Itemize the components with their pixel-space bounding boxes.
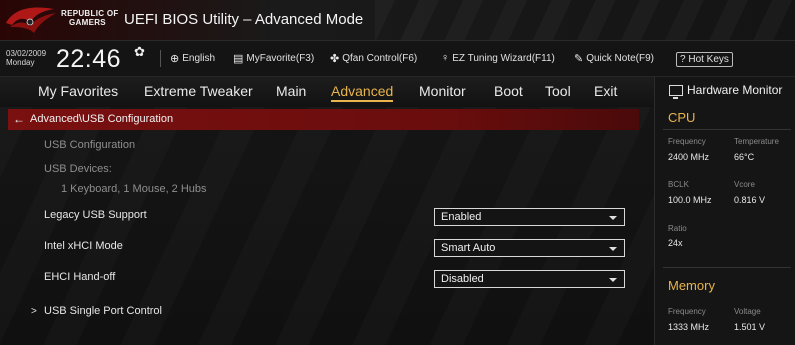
- memory-section-title: Memory: [668, 278, 715, 293]
- date-text: 03/02/2009: [6, 49, 47, 58]
- language-label: English: [182, 53, 216, 64]
- hardware-monitor-panel: Hardware Monitor CPU Frequency Temperatu…: [654, 77, 795, 345]
- brand-text: REPUBLIC OF GAMERS: [61, 9, 119, 27]
- fan-icon: ✤: [330, 53, 340, 65]
- cpu-frequency-value: 2400 MHz: [668, 152, 710, 162]
- tab-advanced[interactable]: Advanced: [331, 83, 394, 102]
- chevron-down-icon: [609, 278, 617, 282]
- quick-note-label: Quick Note(F9): [586, 53, 655, 64]
- tab-main[interactable]: Main: [276, 83, 306, 99]
- divider: [663, 267, 791, 268]
- quick-note-button[interactable]: ✎ Quick Note(F9): [574, 52, 654, 65]
- question-icon: ?: [680, 54, 686, 65]
- memory-frequency-label: Frequency: [668, 307, 706, 316]
- hot-keys-label: Hot Keys: [688, 54, 729, 65]
- usb-configuration-heading: USB Configuration: [44, 139, 136, 151]
- memory-frequency-value: 1333 MHz: [668, 322, 710, 332]
- usb-devices-value: 1 Keyboard, 1 Mouse, 2 Hubs: [61, 183, 207, 195]
- myfavorite-button[interactable]: ▤ MyFavorite(F3): [233, 52, 314, 65]
- ratio-label: Ratio: [668, 224, 687, 233]
- gear-icon[interactable]: ✿: [134, 44, 145, 60]
- vcore-value: 0.816 V: [734, 195, 766, 205]
- memory-voltage-value: 1.501 V: [734, 322, 766, 332]
- intel-xhci-mode-select[interactable]: Smart Auto: [434, 239, 625, 257]
- main-content: ← Advanced\USB Configuration USB Configu…: [0, 107, 654, 345]
- myfavorite-label: MyFavorite(F3): [246, 53, 315, 64]
- hardware-monitor-label: Hardware Monitor: [687, 83, 783, 97]
- note-pencil-icon: ✎: [574, 53, 584, 65]
- lightbulb-icon: ♀: [441, 52, 450, 64]
- language-button[interactable]: ⊕ English: [170, 52, 215, 65]
- tab-extreme-tweaker[interactable]: Extreme Tweaker: [144, 83, 253, 99]
- monitor-icon: [669, 84, 683, 99]
- list-icon: ▤: [233, 53, 244, 65]
- cpu-temperature-label: Temperature: [734, 137, 779, 146]
- legacy-usb-support-select[interactable]: Enabled: [434, 208, 625, 226]
- tab-boot[interactable]: Boot: [494, 83, 523, 99]
- ratio-value: 24x: [668, 238, 683, 248]
- select-value: Smart Auto: [441, 242, 496, 254]
- bclk-label: BCLK: [668, 180, 689, 189]
- app-title: UEFI BIOS Utility – Advanced Mode: [124, 11, 364, 28]
- ehci-hand-off-label: EHCI Hand-off: [44, 271, 116, 283]
- back-arrow-icon[interactable]: ←: [13, 112, 25, 126]
- tab-my-favorites[interactable]: My Favorites: [38, 83, 118, 99]
- title-bar: REPUBLIC OF GAMERS UEFI BIOS Utility – A…: [0, 0, 795, 41]
- vcore-label: Vcore: [734, 180, 755, 189]
- chevron-down-icon: [609, 216, 617, 220]
- select-value: Disabled: [441, 273, 484, 285]
- rog-logo-icon: [6, 7, 56, 33]
- breadcrumb[interactable]: ← Advanced\USB Configuration: [8, 109, 639, 130]
- legacy-usb-support-label: Legacy USB Support: [44, 209, 147, 221]
- breadcrumb-path: Advanced\USB Configuration: [30, 113, 174, 125]
- chevron-right-icon: >: [31, 306, 37, 317]
- brand-line2: GAMERS: [69, 18, 106, 27]
- bclk-value: 100.0 MHz: [668, 195, 712, 205]
- usb-single-port-control-link[interactable]: USB Single Port Control: [44, 305, 162, 317]
- divider: [160, 50, 161, 67]
- tab-exit[interactable]: Exit: [594, 83, 617, 99]
- cpu-temperature-value: 66°C: [734, 152, 755, 162]
- date-display[interactable]: 03/02/2009 Monday: [6, 49, 46, 67]
- qfan-label: Qfan Control(F6): [342, 53, 418, 64]
- main-nav: My Favorites Extreme Tweaker Main Advanc…: [0, 77, 654, 107]
- ehci-hand-off-select[interactable]: Disabled: [434, 270, 625, 288]
- qfan-control-button[interactable]: ✤ Qfan Control(F6): [330, 52, 417, 65]
- chevron-down-icon: [609, 247, 617, 251]
- ez-tuning-label: EZ Tuning Wizard(F11): [452, 52, 555, 64]
- memory-voltage-label: Voltage: [734, 307, 761, 316]
- divider: [663, 129, 791, 130]
- intel-xhci-mode-label: Intel xHCI Mode: [44, 240, 123, 252]
- clock-time[interactable]: 22:46: [56, 45, 121, 74]
- hot-keys-button[interactable]: ? Hot Keys: [676, 52, 733, 67]
- hot-keys-box: ? Hot Keys: [676, 52, 733, 67]
- cpu-frequency-label: Frequency: [668, 137, 706, 146]
- tab-tool[interactable]: Tool: [545, 83, 571, 99]
- cpu-section-title: CPU: [668, 110, 696, 125]
- usb-devices-label: USB Devices:: [44, 163, 112, 175]
- ez-tuning-wizard-button[interactable]: ♀ EZ Tuning Wizard(F11): [441, 52, 555, 64]
- hardware-monitor-title: Hardware Monitor: [669, 83, 783, 99]
- brand-line1: REPUBLIC OF: [61, 9, 119, 18]
- globe-icon: ⊕: [170, 53, 180, 65]
- tab-monitor[interactable]: Monitor: [419, 83, 466, 99]
- select-value: Enabled: [441, 211, 482, 223]
- info-bar: 03/02/2009 Monday 22:46 ✿ ⊕ English ▤ My…: [0, 41, 795, 77]
- day-text: Monday: [6, 58, 35, 67]
